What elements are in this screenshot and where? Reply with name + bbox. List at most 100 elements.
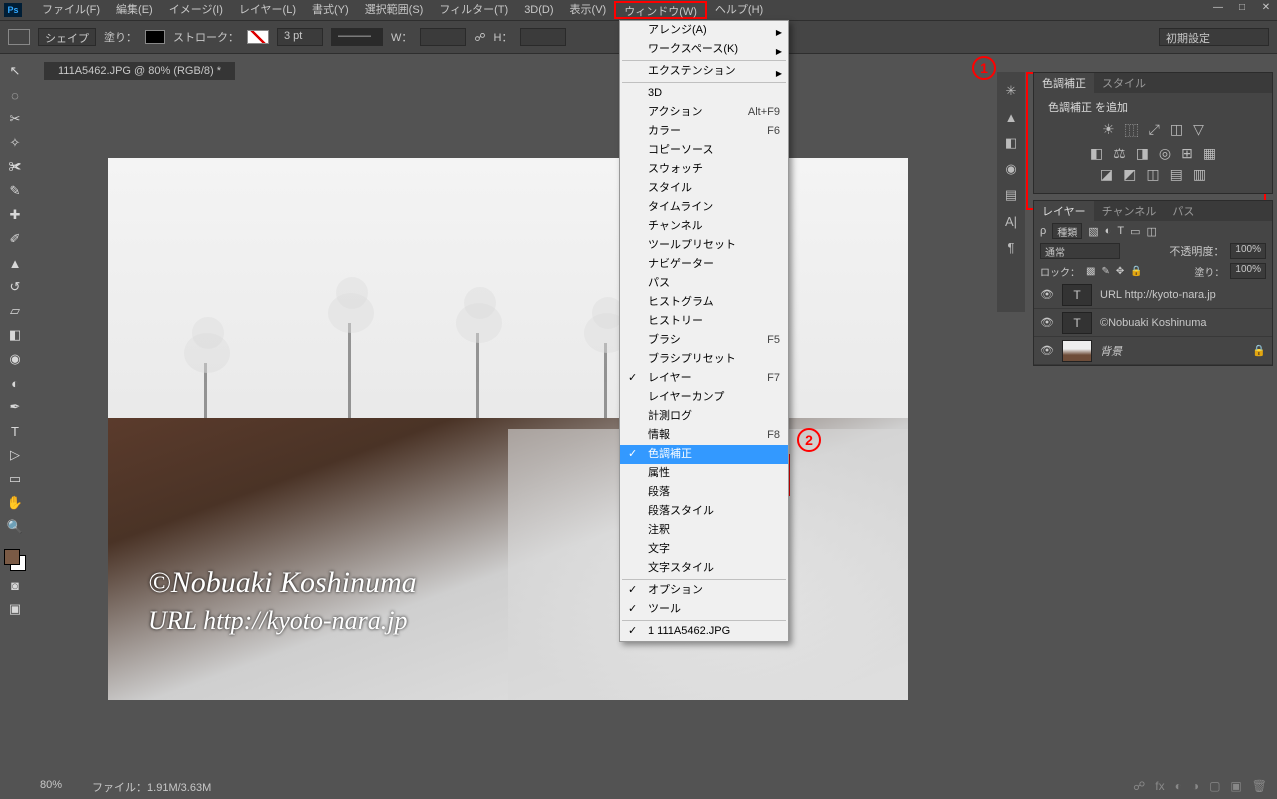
filter-icon[interactable]: ρ (1040, 225, 1046, 237)
brightness-icon[interactable]: ☀ (1102, 121, 1115, 141)
opacity-field[interactable]: 100% (1230, 243, 1266, 259)
link-layers-icon[interactable]: ☍ (1133, 779, 1145, 793)
menu-item-エクステンション[interactable]: エクステンション▶ (620, 62, 788, 81)
menu-filter[interactable]: フィルター(T) (431, 1, 516, 19)
menu-item-ツールプリセット[interactable]: ツールプリセット (620, 236, 788, 255)
layer-row[interactable]: 👁 T ©Nobuaki Koshinuma (1034, 309, 1272, 337)
menu-item-スウォッチ[interactable]: スウォッチ (620, 160, 788, 179)
magic-wand-tool-icon[interactable]: ✧ (4, 133, 26, 153)
vibrance-icon[interactable]: ▽ (1193, 121, 1204, 141)
history-brush-tool-icon[interactable]: ↺ (4, 277, 26, 297)
gradient-tool-icon[interactable]: ◧ (4, 325, 26, 345)
bw-icon[interactable]: ◨ (1136, 145, 1149, 162)
actions-panel-icon[interactable]: ▤ (1002, 186, 1020, 204)
eraser-tool-icon[interactable]: ▱ (4, 301, 26, 321)
menu-item-アレンジ(A)[interactable]: アレンジ(A)▶ (620, 21, 788, 40)
lock-all-icon[interactable]: 🔒 (1130, 266, 1142, 277)
menu-item-注釈[interactable]: 注釈 (620, 521, 788, 540)
exposure-icon[interactable]: ◫ (1170, 121, 1183, 141)
layer-name[interactable]: ©Nobuaki Koshinuma (1100, 317, 1207, 329)
zoom-tool-icon[interactable]: 🔍 (4, 517, 26, 537)
maximize-icon[interactable]: □ (1235, 2, 1249, 14)
new-layer-icon[interactable]: ▣ (1230, 779, 1241, 793)
menu-item-ヒストリー[interactable]: ヒストリー (620, 312, 788, 331)
menu-item-ブラシ[interactable]: ブラシF5 (620, 331, 788, 350)
new-fill-icon[interactable]: ◑ (1192, 779, 1199, 793)
fill-opacity-field[interactable]: 100% (1230, 263, 1266, 279)
posterize-icon[interactable]: ◩ (1123, 166, 1136, 183)
visibility-icon[interactable]: 👁 (1040, 288, 1054, 301)
workspace-select[interactable]: 初期設定 (1159, 28, 1269, 46)
menu-item-アクション[interactable]: アクションAlt+F9 (620, 103, 788, 122)
filter-smart-icon[interactable]: ◫ (1146, 225, 1156, 238)
menu-image[interactable]: イメージ(I) (161, 1, 231, 19)
hue-sat-icon[interactable]: ◧ (1090, 145, 1103, 162)
color-lookup-icon[interactable]: ▦ (1203, 145, 1216, 162)
menu-item-色調補正[interactable]: 色調補正✓ (620, 445, 788, 464)
filter-adjust-icon[interactable]: ◐ (1105, 225, 1112, 237)
menu-item-ヒストグラム[interactable]: ヒストグラム (620, 293, 788, 312)
document-tab[interactable]: 111A5462.JPG @ 80% (RGB/8) * (44, 62, 235, 80)
menu-item-パス[interactable]: パス (620, 274, 788, 293)
menu-view[interactable]: 表示(V) (562, 1, 615, 19)
crop-tool-icon[interactable]: ✀ (4, 157, 26, 177)
visibility-icon[interactable]: 👁 (1040, 316, 1054, 329)
menu-item-タイムライン[interactable]: タイムライン (620, 198, 788, 217)
menu-item-レイヤーカンプ[interactable]: レイヤーカンプ (620, 388, 788, 407)
type-tool-icon[interactable]: T (4, 421, 26, 441)
height-field[interactable] (520, 28, 566, 46)
new-group-icon[interactable]: ▢ (1209, 779, 1220, 793)
menu-item-属性[interactable]: 属性 (620, 464, 788, 483)
menu-item-スタイル[interactable]: スタイル (620, 179, 788, 198)
menu-item-3D[interactable]: 3D (620, 84, 788, 103)
dodge-tool-icon[interactable]: ◐ (4, 373, 26, 393)
menu-item-1 111A5462.JPG[interactable]: 1 111A5462.JPG✓ (620, 622, 788, 641)
blur-tool-icon[interactable]: ◉ (4, 349, 26, 369)
menu-item-計測ログ[interactable]: 計測ログ (620, 407, 788, 426)
menu-edit[interactable]: 編集(E) (108, 1, 161, 19)
fx-icon[interactable]: fx (1155, 779, 1164, 793)
channels-tab[interactable]: チャンネル (1094, 201, 1165, 221)
menu-item-ブラシプリセット[interactable]: ブラシプリセット (620, 350, 788, 369)
eyedropper-tool-icon[interactable]: ✎ (4, 181, 26, 201)
history-panel-icon[interactable]: ◉ (1002, 160, 1020, 178)
layer-row[interactable]: 👁 T URL http://kyoto-nara.jp (1034, 281, 1272, 309)
filter-pixel-icon[interactable]: ▧ (1088, 225, 1098, 238)
adjustments-panel-icon[interactable]: ◧ (1002, 134, 1020, 152)
character-panel-icon[interactable]: A| (1002, 212, 1020, 230)
menu-item-段落[interactable]: 段落 (620, 483, 788, 502)
menu-layer[interactable]: レイヤー(L) (231, 1, 304, 19)
menu-item-段落スタイル[interactable]: 段落スタイル (620, 502, 788, 521)
levels-icon[interactable]: ⿲ (1125, 121, 1139, 141)
menu-type[interactable]: 書式(Y) (304, 1, 357, 19)
marquee-tool-icon[interactable]: ◌ (4, 85, 26, 105)
hand-tool-icon[interactable]: ✋ (4, 493, 26, 513)
styles-tab[interactable]: スタイル (1094, 73, 1154, 93)
width-field[interactable] (420, 28, 466, 46)
healing-brush-tool-icon[interactable]: ✚ (4, 205, 26, 225)
pen-tool-icon[interactable]: ✒ (4, 397, 26, 417)
layer-name[interactable]: URL http://kyoto-nara.jp (1100, 289, 1216, 301)
color-balance-icon[interactable]: ⚖ (1113, 145, 1126, 162)
navigator-panel-icon[interactable]: ▲ (1002, 108, 1020, 126)
menu-3d[interactable]: 3D(D) (516, 1, 561, 19)
menu-item-ナビゲーター[interactable]: ナビゲーター (620, 255, 788, 274)
shape-mode-select[interactable]: シェイプ (38, 28, 96, 46)
invert-icon[interactable]: ◪ (1100, 166, 1113, 183)
minimize-icon[interactable]: — (1211, 2, 1225, 14)
visibility-icon[interactable]: 👁 (1040, 344, 1054, 357)
adjustments-tab[interactable]: 色調補正 (1034, 73, 1094, 93)
screen-mode-icon[interactable]: ▣ (4, 599, 26, 619)
menu-item-情報[interactable]: 情報F8 (620, 426, 788, 445)
menu-select[interactable]: 選択範囲(S) (357, 1, 432, 19)
foreground-color-swatch[interactable] (4, 549, 20, 565)
menu-file[interactable]: ファイル(F) (34, 1, 108, 19)
quick-mask-icon[interactable]: ◙ (4, 575, 26, 595)
gradient-map-icon[interactable]: ▤ (1170, 166, 1183, 183)
paragraph-panel-icon[interactable]: ¶ (1002, 238, 1020, 256)
close-icon[interactable]: ✕ (1259, 2, 1273, 14)
selective-color-icon[interactable]: ▥ (1193, 166, 1206, 183)
menu-item-ツール[interactable]: ツール✓ (620, 600, 788, 619)
mask-icon[interactable]: ◐ (1175, 779, 1182, 793)
layers-tab[interactable]: レイヤー (1034, 201, 1094, 221)
